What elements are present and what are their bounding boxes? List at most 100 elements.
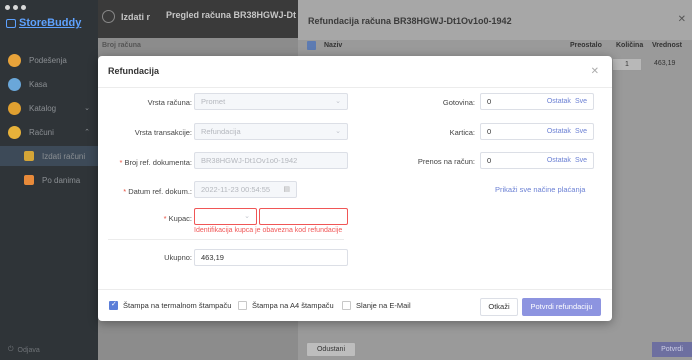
- sidebar: StoreBuddy Podešenja Kasa Katalog ⌄ Raču…: [0, 0, 98, 360]
- sve-link[interactable]: Sve: [575, 128, 587, 135]
- sidebar-item-podesenja[interactable]: Podešenja: [8, 50, 94, 70]
- gotovina-input[interactable]: 0 Ostatak Sve: [480, 93, 594, 110]
- prenos-na-racun-input[interactable]: 0 Ostatak Sve: [480, 152, 594, 169]
- logout-label: Odjava: [17, 346, 40, 354]
- confirm-refund-button[interactable]: Potvrdi refundaciju: [522, 298, 601, 316]
- gotovina-value: 0: [487, 97, 492, 106]
- chevron-down-icon: ⌄: [335, 98, 341, 105]
- vrsta-racuna-select[interactable]: Promet ⌄: [194, 93, 348, 110]
- sve-link[interactable]: Sve: [575, 157, 587, 164]
- sidebar-item-label: Kasa: [29, 79, 48, 89]
- invoice-list-title: Izdati r: [102, 10, 150, 23]
- brand-name: StoreBuddy: [19, 17, 82, 29]
- label-broj-ref: * Broj ref. dokumenta:: [119, 158, 192, 167]
- dialog-title: Refundacija: [108, 66, 160, 76]
- email-checkbox[interactable]: Slanje na E-Mail: [342, 301, 411, 310]
- ukupno-input[interactable]: 463,19: [194, 249, 348, 266]
- refund-dialog: Refundacija ✕ Vrsta računa: Promet ⌄ Vrs…: [98, 56, 612, 321]
- column-naziv: Naziv: [324, 42, 343, 49]
- kartica-value: 0: [487, 127, 492, 136]
- sidebar-item-kasa[interactable]: Kasa: [8, 74, 94, 94]
- cancel-button[interactable]: Otkaži: [480, 298, 518, 316]
- ostatak-link[interactable]: Ostatak: [547, 128, 571, 135]
- label-datum-ref-text: Datum ref. dokum.:: [128, 187, 192, 196]
- ostatak-link[interactable]: Ostatak: [547, 98, 571, 105]
- kartica-input[interactable]: 0 Ostatak Sve: [480, 123, 594, 140]
- sidebar-item-label: Podešenja: [29, 55, 67, 65]
- chevron-down-icon: ⌄: [84, 105, 90, 112]
- email-label: Slanje na E-Mail: [356, 301, 411, 310]
- refund-panel-footer: Odustani Potvrdi: [298, 338, 692, 360]
- window-minimize-dot[interactable]: [13, 5, 18, 10]
- checkbox-icon: [238, 301, 247, 310]
- calendar-icon: ▤: [283, 186, 290, 193]
- label-vrsta-racuna: Vrsta računa:: [147, 98, 192, 107]
- kartica-actions: Ostatak Sve: [547, 124, 587, 139]
- sidebar-item-katalog[interactable]: Katalog ⌄: [8, 98, 94, 118]
- print-a4-checkbox[interactable]: Štampa na A4 štampaču: [238, 301, 334, 310]
- sidebar-subitem-label: Izdati računi: [42, 151, 86, 161]
- store-icon: [6, 18, 16, 28]
- ostatak-link[interactable]: Ostatak: [547, 157, 571, 164]
- column-header-broj-racuna: Broj računa: [102, 42, 141, 49]
- datum-ref-value: 2022-11-23 00:54:55: [201, 185, 271, 194]
- label-datum-ref: * Datum ref. dokum.:: [123, 187, 192, 196]
- calendar-icon: [24, 175, 34, 185]
- confirm-button[interactable]: Potvrdi: [652, 342, 692, 357]
- settings-icon: [8, 53, 21, 67]
- vrsta-racuna-value: Promet: [201, 97, 226, 106]
- checkbox-icon: [342, 301, 351, 310]
- chevron-up-icon: ⌃: [84, 129, 90, 136]
- prenos-actions: Ostatak Sve: [547, 153, 587, 168]
- kupac-id-input[interactable]: [259, 208, 348, 225]
- quantity-input[interactable]: 1: [612, 58, 642, 71]
- vrsta-transakcije-value: Refundacija: [201, 127, 241, 136]
- checkbox-checked-icon: [109, 300, 118, 310]
- print-thermal-label: Štampa na termalnom štampaču: [123, 301, 232, 310]
- sidebar-subitem-izdati-racuni[interactable]: Izdati računi: [0, 146, 98, 166]
- invoice-preview-title: Pregled računa BR38HGWJ-Dt1O: [166, 10, 296, 20]
- select-all-checkbox[interactable]: [307, 41, 316, 50]
- label-vrsta-transakcije: Vrsta transakcije:: [134, 128, 192, 137]
- print-a4-label: Štampa na A4 štampaču: [252, 301, 334, 310]
- window-maximize-dot[interactable]: [21, 5, 26, 10]
- cash-register-icon: [8, 77, 21, 91]
- vrsta-transakcije-select[interactable]: Refundacija ⌄: [194, 123, 348, 140]
- kupac-type-select[interactable]: ⌄: [194, 208, 257, 225]
- column-vrednost: Vrednost: [652, 42, 682, 49]
- logout-button[interactable]: ⏻ Odjava: [8, 346, 40, 354]
- close-icon[interactable]: ✕: [678, 14, 686, 25]
- sve-link[interactable]: Sve: [575, 98, 587, 105]
- column-preostalo: Preostalo: [570, 42, 602, 49]
- label-broj-ref-text: Broj ref. dokumenta:: [124, 158, 192, 167]
- divider: [108, 239, 344, 240]
- cart-icon: [102, 10, 115, 23]
- gotovina-actions: Ostatak Sve: [547, 94, 587, 109]
- datum-ref-input[interactable]: 2022-11-23 00:54:55 ▤: [194, 181, 297, 198]
- column-kolicina: Količina: [616, 42, 644, 49]
- label-ukupno: Ukupno:: [164, 253, 192, 262]
- label-kupac: * Kupac:: [163, 214, 192, 223]
- dialog-footer: Štampa na termalnom štampaču Štampa na A…: [98, 289, 612, 321]
- close-icon[interactable]: ✕: [591, 66, 599, 77]
- catalog-icon: [8, 101, 21, 115]
- label-kartica: Kartica:: [449, 128, 475, 137]
- brand-logo[interactable]: StoreBuddy: [6, 17, 81, 29]
- window-controls: [5, 5, 26, 10]
- cancel-button[interactable]: Odustani: [306, 342, 356, 357]
- row-value: 463,19: [654, 60, 676, 67]
- label-prenos-na-racun: Prenos na račun:: [417, 157, 475, 166]
- kupac-error-message: Identifikacija kupca je obavezna kod ref…: [194, 227, 343, 234]
- sidebar-item-racuni[interactable]: Računi ⌃: [8, 122, 94, 142]
- sidebar-subitem-po-danima[interactable]: Po danima: [0, 170, 98, 190]
- window-close-dot[interactable]: [5, 5, 10, 10]
- broj-ref-input[interactable]: BR38HGWJ-Dt1Ov1o0-1942: [194, 152, 348, 169]
- chevron-down-icon: ⌄: [335, 128, 341, 135]
- refund-panel-title: Refundacija računa BR38HGWJ-Dt1Ov1o0-194…: [308, 16, 512, 26]
- show-all-payment-methods-link[interactable]: Prikaži sve načine plaćanja: [495, 185, 585, 194]
- print-thermal-checkbox[interactable]: Štampa na termalnom štampaču: [109, 300, 232, 310]
- label-gotovina: Gotovina:: [442, 98, 475, 107]
- chevron-down-icon: ⌄: [244, 213, 250, 220]
- sidebar-item-label: Katalog: [29, 103, 57, 113]
- receipt-icon: [8, 125, 21, 139]
